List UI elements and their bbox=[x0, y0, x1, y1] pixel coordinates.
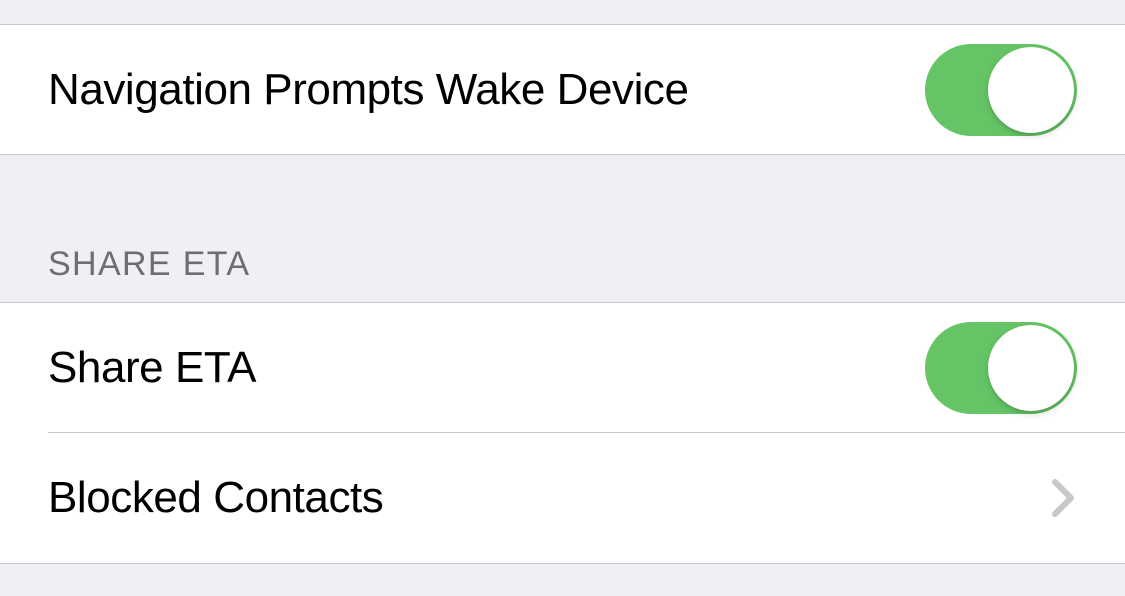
row-blocked-contacts[interactable]: Blocked Contacts bbox=[0, 433, 1125, 563]
section-header-label: SHARE ETA bbox=[48, 245, 250, 284]
spacer-top bbox=[0, 0, 1125, 25]
chevron-right-icon bbox=[1049, 484, 1077, 512]
toggle-knob bbox=[988, 47, 1074, 133]
row-share-eta[interactable]: Share ETA bbox=[0, 303, 1125, 433]
toggle-share-eta[interactable] bbox=[925, 322, 1077, 414]
toggle-knob bbox=[988, 325, 1074, 411]
row-label: Share ETA bbox=[48, 343, 256, 393]
row-navigation-prompts-wake-device[interactable]: Navigation Prompts Wake Device bbox=[0, 25, 1125, 155]
row-label: Blocked Contacts bbox=[48, 473, 383, 523]
toggle-navigation-prompts-wake-device[interactable] bbox=[925, 44, 1077, 136]
row-label: Navigation Prompts Wake Device bbox=[48, 65, 689, 115]
spacer-bottom bbox=[0, 563, 1125, 593]
section-header-share-eta: SHARE ETA bbox=[0, 155, 1125, 303]
